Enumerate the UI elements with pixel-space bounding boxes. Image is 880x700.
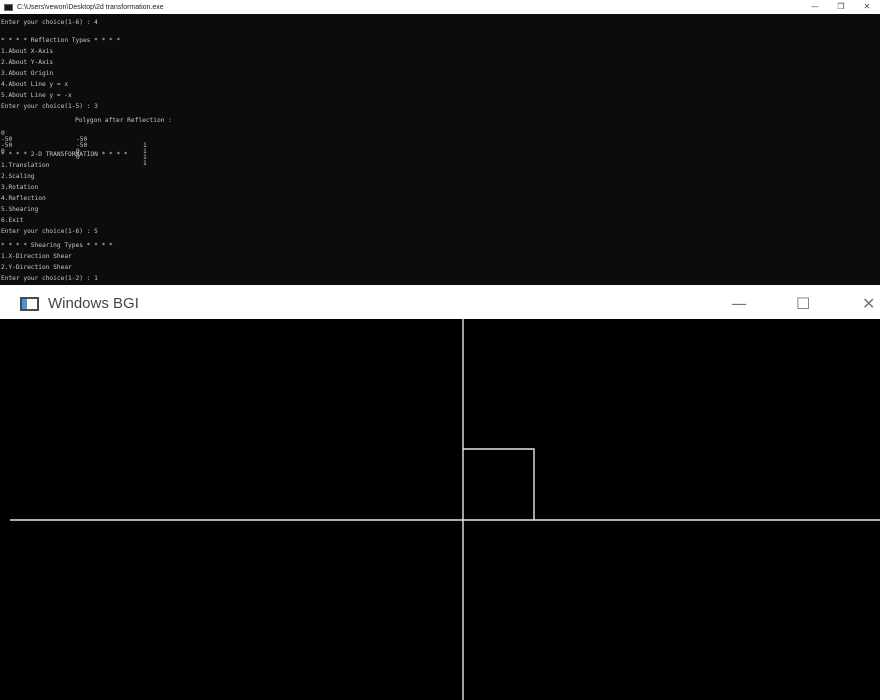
console-line: 4.About Line y = x bbox=[1, 81, 69, 88]
console-close-button[interactable]: ✕ bbox=[854, 0, 880, 14]
console-titlebar[interactable]: C:\Users\vewon\Desktop\2d transformation… bbox=[0, 0, 880, 14]
console-app-icon bbox=[4, 3, 13, 11]
console-line: 4.Reflection bbox=[1, 195, 46, 202]
bgi-titlebar[interactable]: Windows BGI — ☐ ✕ bbox=[0, 291, 880, 319]
console-line: * * * * Reflection Types * * * * bbox=[1, 37, 121, 44]
console-title: C:\Users\vewon\Desktop\2d transformation… bbox=[17, 3, 164, 11]
table-header: Polygon after Reflection : bbox=[75, 117, 172, 124]
console-line: 3.About Origin bbox=[1, 70, 54, 77]
console-line: 6.Exit bbox=[1, 217, 24, 224]
bgi-canvas bbox=[10, 319, 880, 700]
bgi-maximize-button[interactable]: ☐ bbox=[796, 293, 810, 315]
console-line: 1.About X-Axis bbox=[1, 48, 54, 55]
bgi-minimize-button[interactable]: — bbox=[731, 293, 747, 315]
console-prompt: Enter your choice(1-2) : 1 bbox=[1, 275, 98, 282]
console-window-controls: — ❐ ✕ bbox=[802, 0, 880, 14]
console-line: 2.About Y-Axis bbox=[1, 59, 54, 66]
console-minimize-button[interactable]: — bbox=[802, 0, 828, 14]
bgi-title: Windows BGI bbox=[48, 295, 139, 312]
sheared-square bbox=[463, 448, 535, 520]
console-line: Enter your choice(1-6) : 5 bbox=[1, 228, 98, 235]
console-line: Enter your choice(1-6) : 4 bbox=[1, 19, 98, 26]
console-maximize-button[interactable]: ❐ bbox=[828, 0, 854, 14]
table-cell: 1 bbox=[143, 160, 147, 167]
console-line: * * * * 2-D TRANSFORMATION * * * * bbox=[1, 151, 128, 158]
console-line: * * * * Shearing Types * * * * bbox=[1, 242, 113, 249]
console-line: Enter your choice(1-5) : 3 bbox=[1, 103, 98, 110]
console-line: 5.Shearing bbox=[1, 206, 39, 213]
console-line: 5.About Line y = -x bbox=[1, 92, 72, 99]
console-line: 1.Translation bbox=[1, 162, 50, 169]
bgi-graphics bbox=[10, 319, 880, 700]
bgi-window-icon bbox=[20, 297, 39, 311]
bgi-window: Windows BGI — ☐ ✕ bbox=[0, 291, 880, 700]
console-line: 1.X-Direction Shear bbox=[1, 253, 72, 260]
console-line: 2.Scaling bbox=[1, 173, 35, 180]
console-window: C:\Users\vewon\Desktop\2d transformation… bbox=[0, 0, 880, 285]
console-output: Enter your choice(1-6) : 4 * * * * Refle… bbox=[0, 14, 880, 285]
bgi-close-button[interactable]: ✕ bbox=[862, 293, 875, 315]
console-line: 3.Rotation bbox=[1, 184, 39, 191]
console-line: 2.Y-Direction Shear bbox=[1, 264, 72, 271]
